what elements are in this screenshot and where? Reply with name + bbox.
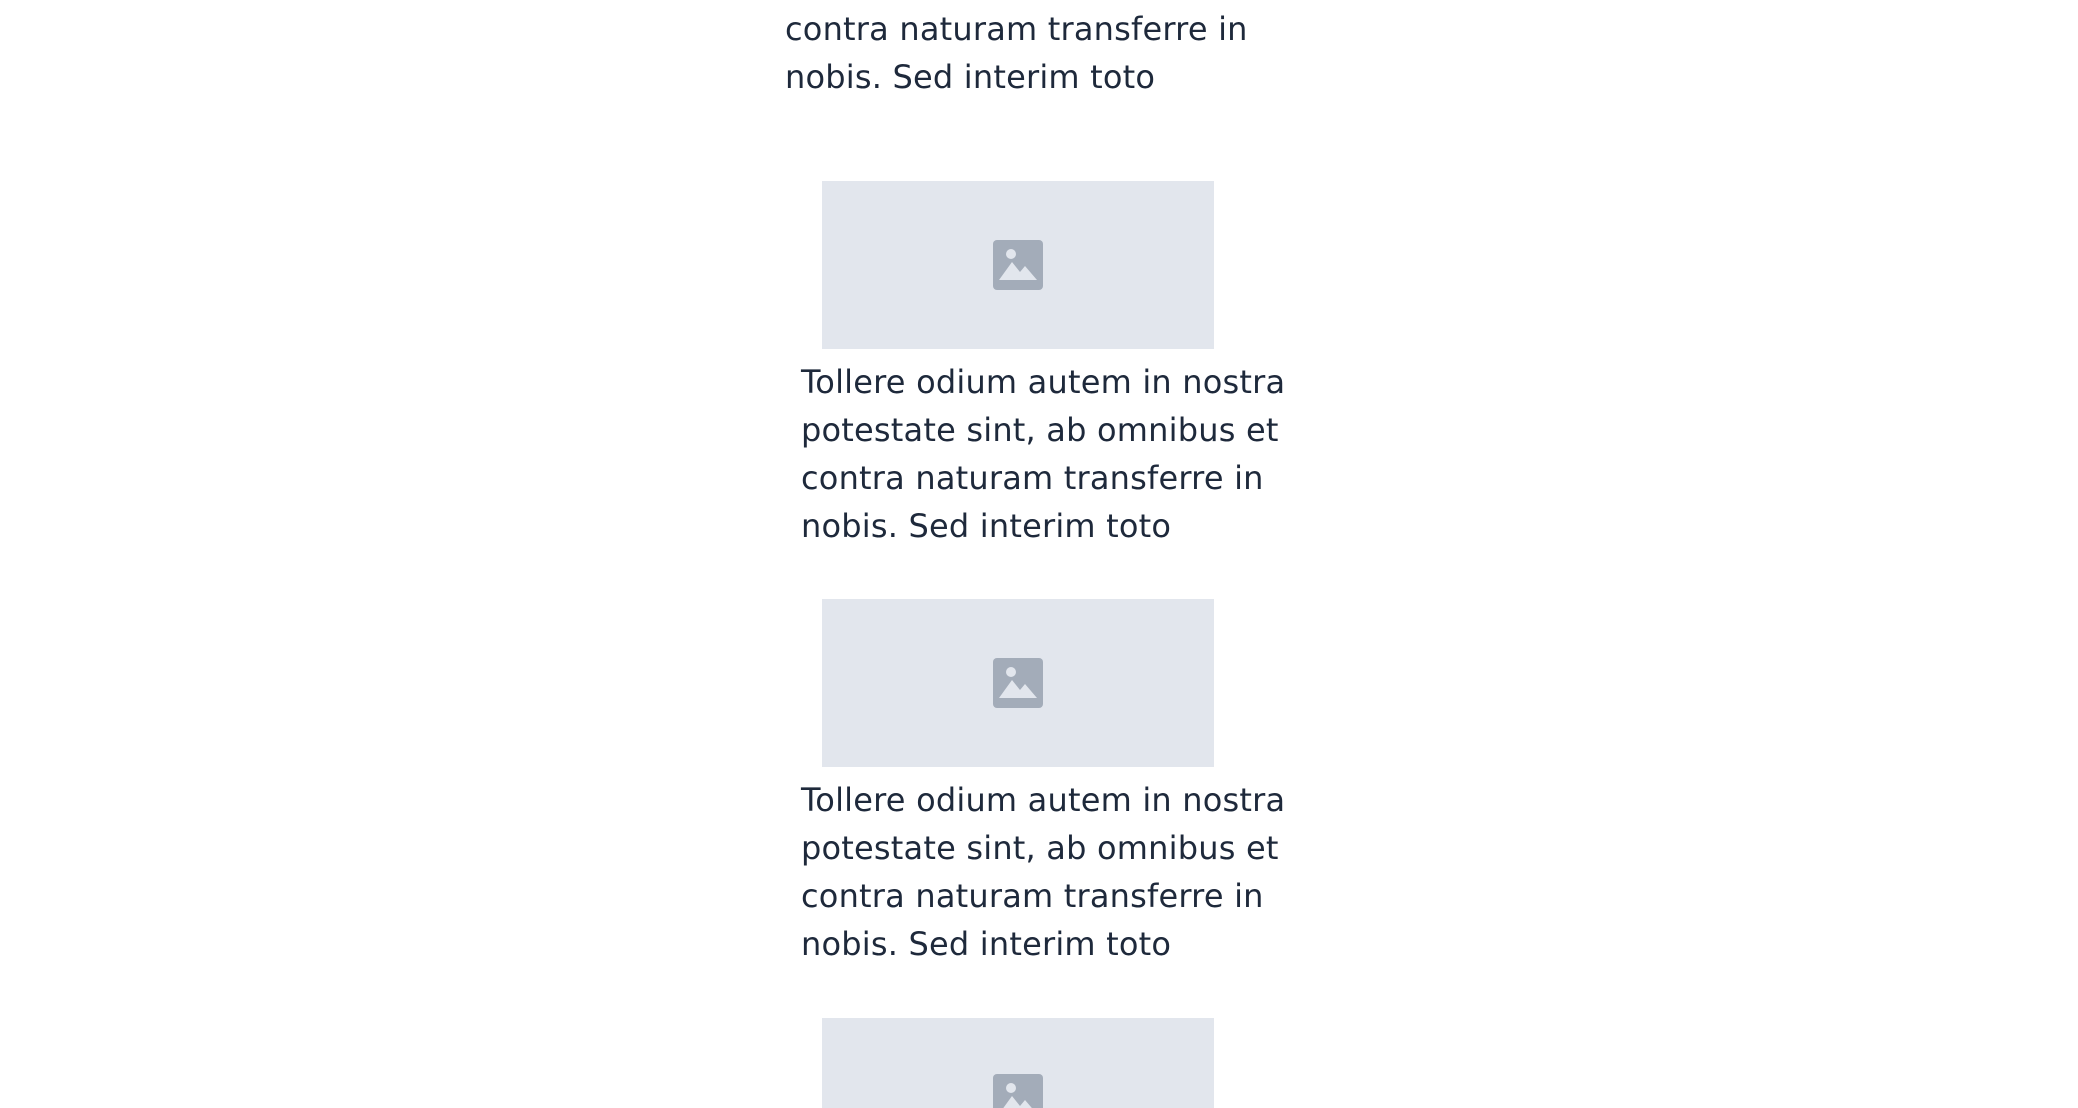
text-line: Tollere odium autem in nostra (801, 781, 1286, 819)
text-line: contra naturam transferre in (801, 459, 1264, 497)
text-line: contra naturam transferre in (785, 10, 1248, 48)
image-placeholder-icon (993, 658, 1043, 708)
list-item-text: contra naturam transferre in nobis. Sed … (785, 5, 1248, 101)
image-placeholder-icon (993, 240, 1043, 290)
image-placeholder (822, 1018, 1214, 1108)
image-placeholder (822, 599, 1214, 767)
text-line: potestate sint, ab omnibus et (801, 829, 1279, 867)
text-line: potestate sint, ab omnibus et (801, 411, 1279, 449)
list-item-text: Tollere odium autem in nostra potestate … (801, 776, 1285, 968)
image-placeholder-icon (993, 1074, 1043, 1108)
text-line: nobis. Sed interim toto (785, 58, 1156, 96)
text-line: nobis. Sed interim toto (801, 925, 1172, 963)
text-line: contra naturam transferre in (801, 877, 1264, 915)
text-line: Tollere odium autem in nostra (801, 363, 1286, 401)
text-line: nobis. Sed interim toto (801, 507, 1172, 545)
image-placeholder (822, 181, 1214, 349)
list-item-text: Tollere odium autem in nostra potestate … (801, 358, 1285, 550)
